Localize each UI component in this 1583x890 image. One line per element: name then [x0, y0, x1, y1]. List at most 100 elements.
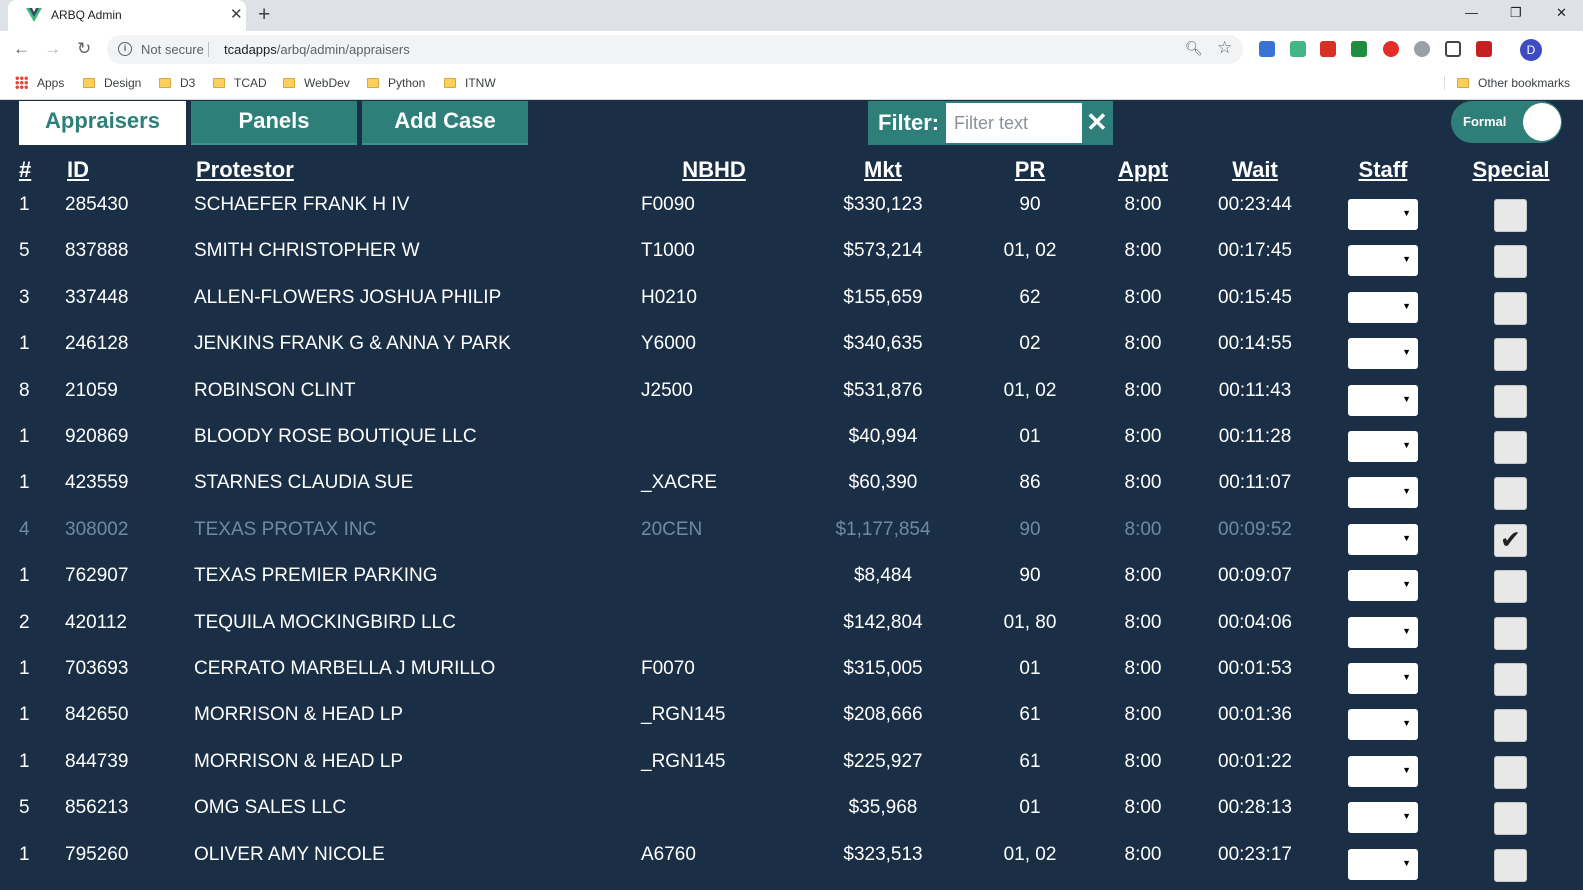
- special-checkbox[interactable]: [1494, 802, 1527, 836]
- staff-select[interactable]: ▼: [1348, 709, 1418, 741]
- special-checkbox[interactable]: [1494, 709, 1527, 743]
- special-checkbox[interactable]: [1494, 431, 1527, 464]
- reload-icon[interactable]: ↻: [77, 39, 91, 59]
- table-row[interactable]: 5 837888 SMITH CHRISTOPHER W T1000 $573,214 0…: [0, 240, 1583, 286]
- staff-select[interactable]: ▼: [1348, 477, 1418, 509]
- close-window-icon[interactable]: ✕: [1556, 5, 1567, 21]
- minimize-icon[interactable]: —: [1465, 5, 1478, 20]
- cell-protestor: OLIVER AMY NICOLE: [194, 843, 385, 865]
- table-row[interactable]: 1 842650 MORRISON & HEAD LP _RGN145 $208,666…: [0, 704, 1583, 750]
- special-checkbox[interactable]: [1494, 477, 1527, 511]
- staff-select[interactable]: ▼: [1348, 570, 1418, 602]
- table-row[interactable]: 1 844739 MORRISON & HEAD LP _RGN145 $225,927…: [0, 751, 1583, 797]
- staff-select[interactable]: ▼: [1348, 755, 1418, 787]
- special-checkbox[interactable]: [1494, 199, 1527, 232]
- bookmark-apps[interactable]: Apps: [15, 76, 64, 90]
- bookmark-webdev[interactable]: WebDev: [283, 76, 350, 90]
- cell-wait: 00:14:55: [1218, 333, 1292, 355]
- clear-filter-icon[interactable]: ✕: [1086, 107, 1108, 138]
- extension-pen-icon[interactable]: [1259, 41, 1275, 57]
- staff-select[interactable]: ▼: [1348, 616, 1418, 648]
- table-row[interactable]: 1 762907 TEXAS PREMIER PARKING $8,484 90 8:00…: [0, 565, 1583, 611]
- new-tab-button[interactable]: +: [258, 3, 270, 27]
- table-row[interactable]: 1 795260 OLIVER AMY NICOLE A6760 $323,513 01,…: [0, 844, 1583, 890]
- close-tab-icon[interactable]: ✕: [230, 5, 243, 23]
- header-appt[interactable]: Appt: [1118, 157, 1168, 183]
- extension-gray-icon[interactable]: [1414, 41, 1430, 57]
- special-checkbox[interactable]: [1494, 245, 1527, 279]
- browser-toolbar: ← → ↻ i Not secure tcadapps/arbq/admin/a…: [0, 31, 1583, 69]
- extension-box-icon[interactable]: [1445, 41, 1461, 57]
- special-checkbox[interactable]: [1494, 570, 1527, 604]
- bookmark-star-icon[interactable]: ☆: [1217, 38, 1232, 58]
- header-wait[interactable]: Wait: [1232, 157, 1278, 183]
- bookmark-d3[interactable]: D3: [159, 76, 195, 90]
- bookmark-python[interactable]: Python: [367, 76, 425, 90]
- formal-toggle[interactable]: Formal: [1451, 101, 1562, 143]
- table-row[interactable]: 5 856213 OMG SALES LLC $35,968 01 8:00 00:28:1…: [0, 797, 1583, 843]
- special-checkbox[interactable]: [1494, 384, 1527, 418]
- bookmark-design[interactable]: Design: [83, 76, 141, 90]
- staff-select[interactable]: ▼: [1348, 291, 1418, 323]
- special-checkbox[interactable]: [1494, 755, 1527, 789]
- cell-nbhd: _RGN145: [641, 704, 726, 726]
- restore-icon[interactable]: ❐: [1510, 5, 1522, 21]
- table-row[interactable]: 1 246128 JENKINS FRANK G & ANNA Y PARK Y600…: [0, 333, 1583, 379]
- header-protestor[interactable]: Protestor: [196, 157, 294, 183]
- table-row[interactable]: 8 21059 ROBINSON CLINT J2500 $531,876 01, 02 8…: [0, 380, 1583, 426]
- bookmark-itnw[interactable]: ITNW: [444, 76, 496, 90]
- header-special[interactable]: Special: [1472, 157, 1549, 183]
- header-id[interactable]: ID: [67, 157, 89, 183]
- extension-stop-icon[interactable]: [1383, 41, 1399, 57]
- cell-pr: 90: [1019, 518, 1041, 540]
- staff-select[interactable]: ▼: [1348, 523, 1418, 555]
- extension-red-icon[interactable]: [1320, 41, 1336, 57]
- table-row[interactable]: 1 285430 SCHAEFER FRANK H IV F0090 $330,123 9…: [0, 194, 1583, 240]
- staff-select[interactable]: ▼: [1348, 338, 1418, 370]
- header-staff[interactable]: Staff: [1359, 157, 1408, 183]
- table-row[interactable]: 4 308002 TEXAS PROTAX INC 20CEN $1,177,854 90…: [0, 519, 1583, 565]
- extension-vue-icon[interactable]: [1290, 41, 1306, 57]
- tab-appraisers[interactable]: Appraisers: [19, 101, 186, 145]
- tab-panels[interactable]: Panels: [191, 101, 357, 145]
- special-checkbox[interactable]: [1494, 291, 1527, 325]
- header-pr[interactable]: PR: [1015, 157, 1046, 183]
- table-row[interactable]: 1 920869 BLOODY ROSE BOUTIQUE LLC $40,994 01…: [0, 426, 1583, 472]
- other-bookmarks[interactable]: Other bookmarks: [1444, 76, 1570, 90]
- staff-select[interactable]: ▼: [1348, 848, 1418, 880]
- table-row[interactable]: 1 423559 STARNES CLAUDIA SUE _XACRE $60,390 8…: [0, 472, 1583, 518]
- staff-select[interactable]: ▼: [1348, 431, 1418, 462]
- header-nbhd[interactable]: NBHD: [682, 157, 746, 183]
- info-icon[interactable]: i: [118, 42, 132, 56]
- bookmarks-bar: Apps Design D3 TCAD WebDev Python ITNW O…: [0, 69, 1583, 100]
- filter-input[interactable]: [946, 103, 1082, 143]
- special-checkbox[interactable]: [1494, 663, 1527, 696]
- special-checkbox[interactable]: [1494, 616, 1527, 650]
- staff-select[interactable]: ▼: [1348, 802, 1418, 834]
- extension-pdf-icon[interactable]: [1476, 41, 1492, 57]
- header-number[interactable]: #: [19, 157, 31, 183]
- staff-select[interactable]: ▼: [1348, 199, 1418, 230]
- cell-mkt: $315,005: [843, 658, 923, 679]
- special-checkbox[interactable]: [1494, 848, 1527, 882]
- extension-green-icon[interactable]: [1351, 41, 1367, 57]
- staff-select[interactable]: ▼: [1348, 663, 1418, 694]
- address-bar[interactable]: i Not secure tcadapps/arbq/admin/apprais…: [107, 35, 1243, 64]
- staff-select[interactable]: ▼: [1348, 245, 1418, 277]
- special-checkbox[interactable]: ✔: [1494, 523, 1527, 557]
- profile-avatar[interactable]: D: [1520, 39, 1542, 61]
- special-checkbox[interactable]: [1494, 338, 1527, 372]
- table-row[interactable]: 2 420112 TEQUILA MOCKINGBIRD LLC $142,804 01…: [0, 612, 1583, 658]
- toggle-knob[interactable]: [1523, 103, 1561, 141]
- cell-protestor: JENKINS FRANK G & ANNA Y PARK: [194, 333, 511, 355]
- bookmark-tcad[interactable]: TCAD: [213, 76, 267, 90]
- header-mkt[interactable]: Mkt: [864, 157, 902, 183]
- zoom-icon[interactable]: 🔍︎: [1185, 40, 1203, 57]
- back-icon[interactable]: ←: [13, 39, 30, 59]
- browser-tab[interactable]: ARBQ Admin ✕: [8, 0, 246, 31]
- staff-select[interactable]: ▼: [1348, 384, 1418, 416]
- table-row[interactable]: 3 337448 ALLEN-FLOWERS JOSHUA PHILIP H0210 $…: [0, 287, 1583, 333]
- tab-add-case[interactable]: Add Case: [362, 101, 528, 145]
- forward-icon[interactable]: →: [44, 39, 61, 59]
- table-row[interactable]: 1 703693 CERRATO MARBELLA J MURILLO F0070 $3…: [0, 658, 1583, 704]
